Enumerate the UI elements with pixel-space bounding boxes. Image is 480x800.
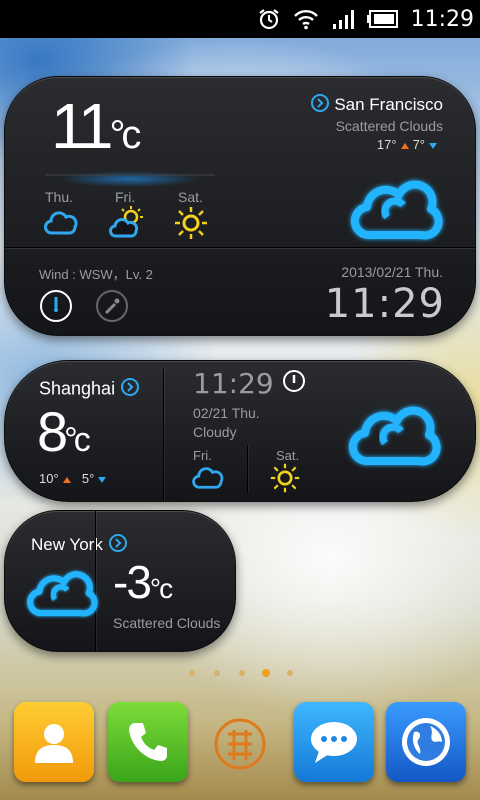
temperature-unit: °c — [149, 573, 173, 604]
temperature-unit: °c — [109, 113, 141, 157]
city-name: New York — [31, 534, 103, 554]
divider — [5, 247, 475, 248]
low-temp: 5° — [81, 471, 95, 486]
compass-icon[interactable] — [39, 289, 73, 328]
arrow-up-icon — [62, 476, 71, 483]
compass-icon[interactable] — [282, 369, 306, 398]
temperature-value: 11 — [51, 90, 113, 162]
page-dot[interactable] — [189, 670, 195, 676]
page-dot[interactable] — [239, 670, 245, 676]
date-label: 02/21 Thu. — [193, 405, 260, 421]
cloud-icon — [43, 209, 79, 242]
clock-display[interactable]: 11:29 — [193, 367, 274, 400]
phone-icon[interactable] — [108, 702, 188, 782]
page-dot-active[interactable] — [262, 669, 270, 677]
status-time: 11:29 — [410, 6, 474, 32]
current-temperature: -3°c — [113, 555, 173, 609]
weather-widget-main[interactable]: 11°c Thu. Fri. Sat. San Francisco Scatte… — [4, 76, 476, 336]
temperature-unit: °c — [64, 421, 91, 459]
large-cloud-icon — [21, 559, 101, 626]
clock-display[interactable]: 11:29 — [325, 281, 445, 327]
low-temp: 7° — [412, 137, 425, 152]
alarm-icon — [257, 7, 281, 31]
date-label: 2013/02/21 Thu. — [341, 264, 443, 280]
clock-row: 11:29 — [193, 367, 306, 400]
page-dot[interactable] — [214, 670, 220, 676]
arrow-down-icon — [98, 476, 107, 483]
high-low: 10° 5° — [39, 471, 110, 486]
arrow-up-icon — [400, 142, 409, 149]
high-temp: 17° — [376, 137, 397, 152]
partly-sunny-icon — [108, 205, 147, 244]
sun-icon — [173, 205, 209, 246]
forecast-day-label: Sat. — [178, 189, 203, 205]
weather-condition: Scattered Clouds — [335, 118, 443, 134]
current-temperature: 8°c — [37, 399, 91, 464]
large-cloud-icon — [341, 391, 445, 476]
arrow-down-icon — [429, 142, 437, 149]
sun-icon — [269, 462, 301, 499]
current-temperature: 11°c — [51, 89, 141, 163]
arrow-circle-icon — [120, 377, 140, 402]
forecast-day-label: Fri. — [115, 189, 136, 205]
weather-condition: Scattered Clouds — [113, 615, 221, 631]
status-bar: 11:29 — [0, 0, 480, 38]
contacts-icon[interactable] — [14, 702, 94, 782]
weather-widget-newyork[interactable]: New York -3°c Scattered Clouds — [4, 510, 236, 652]
city-name: Shanghai — [39, 378, 116, 399]
signal-icon — [331, 8, 355, 30]
browser-icon[interactable] — [386, 702, 466, 782]
weather-widget-shanghai[interactable]: Shanghai 8°c 10° 5° 11:29 02/21 Thu. Clo… — [4, 360, 476, 502]
temperature-value: -3 — [113, 556, 152, 608]
city-name: San Francisco — [334, 94, 443, 114]
wind-info: Wind : WSW，Lv. 2 — [39, 267, 153, 282]
messaging-icon[interactable] — [294, 702, 374, 782]
wifi-icon — [293, 8, 319, 30]
forecast-day-label: Fri. — [193, 448, 212, 463]
forecast-day-label: Sat. — [276, 448, 300, 463]
high-low: 17° 7° — [377, 137, 441, 152]
high-temp: 10° — [39, 471, 59, 486]
page-dot[interactable] — [287, 670, 293, 676]
temperature-value: 8 — [37, 400, 68, 463]
cloud-icon — [191, 465, 225, 496]
large-cloud-icon — [343, 165, 447, 250]
forecast-day-label: Thu. — [45, 189, 74, 205]
divider — [163, 369, 164, 501]
weather-condition: Cloudy — [193, 424, 237, 440]
city-link[interactable]: San Francisco — [310, 93, 443, 118]
battery-icon — [366, 9, 399, 29]
settings-icon[interactable] — [95, 289, 129, 328]
arrow-circle-icon — [310, 93, 330, 118]
temperature-ruler — [45, 169, 215, 187]
fortune-icon[interactable] — [212, 716, 268, 777]
divider — [247, 445, 248, 493]
